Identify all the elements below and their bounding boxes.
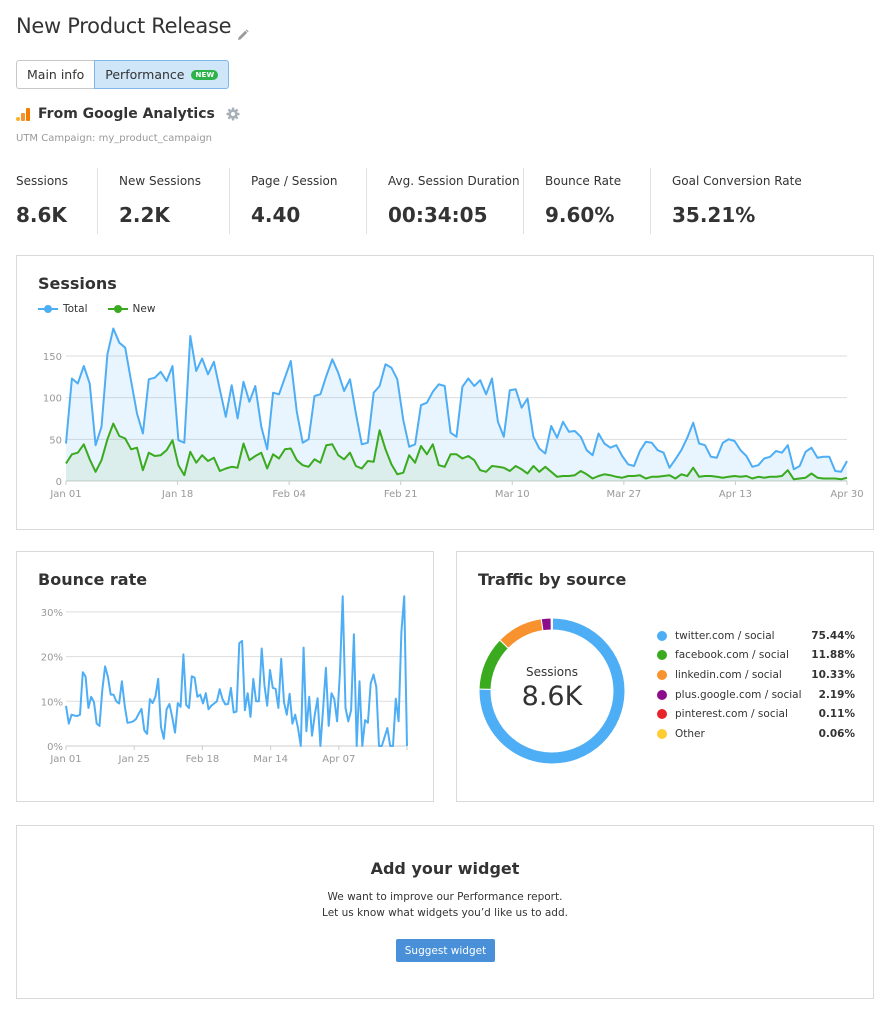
- add-widget-line-2: Let us know what widgets you’d like us t…: [322, 907, 568, 919]
- source-percent: 10.33%: [811, 668, 855, 681]
- add-widget-line-1: We want to improve our Performance repor…: [327, 891, 563, 903]
- tab-main-info[interactable]: Main info: [16, 60, 95, 89]
- x-tick-label: Mar 10: [495, 489, 530, 500]
- source-legend-item[interactable]: linkedin.com / social 10.33%: [657, 665, 855, 685]
- source-percent: 0.11%: [818, 708, 855, 721]
- metric-value: 00:34:05: [388, 203, 488, 227]
- metric-label: New Sessions: [119, 174, 202, 188]
- y-tick-label: 0: [56, 477, 62, 488]
- y-tick-label: 150: [43, 352, 62, 363]
- add-widget-title: Add your widget: [370, 859, 520, 878]
- source-legend-item[interactable]: Other 0.06%: [657, 724, 855, 744]
- x-tick-label: Feb 18: [186, 754, 220, 765]
- source-legend-item[interactable]: pinterest.com / social 0.11%: [657, 704, 855, 724]
- metric-label: Bounce Rate: [545, 174, 622, 188]
- source-name: facebook.com / social: [675, 649, 789, 662]
- x-tick-label: Jan 01: [49, 489, 81, 500]
- tab-performance[interactable]: Performance NEW: [94, 60, 230, 89]
- source-name: plus.google.com / social: [675, 688, 802, 701]
- source-label: From Google Analytics: [38, 106, 215, 122]
- metric-avg-session-duration: Avg. Session Duration 00:34:05: [388, 168, 524, 234]
- donut-center-label: Sessions: [525, 664, 579, 679]
- page-title-text: New Product Release: [16, 14, 232, 38]
- x-tick-label: Apr 07: [322, 754, 355, 765]
- y-tick-label: 30%: [41, 608, 63, 619]
- source-legend-item[interactable]: facebook.com / social 11.88%: [657, 646, 855, 666]
- y-tick-label: 100: [43, 394, 62, 405]
- source-percent: 75.44%: [811, 629, 855, 642]
- y-tick-label: 20%: [41, 653, 63, 664]
- x-tick-label: Apr 30: [830, 489, 863, 500]
- new-badge: NEW: [191, 69, 219, 80]
- sessions-chart: 0 50 100 150 Jan 01 Jan 18 Feb 04 Feb 21 Mar 10 M…: [43, 327, 864, 500]
- metric-page-session: Page / Session 4.40: [251, 168, 367, 234]
- traffic-donut: Sessions 8.6K: [477, 616, 627, 766]
- metric-label: Page / Session: [251, 174, 338, 188]
- google-analytics-logo-icon: [16, 107, 30, 121]
- traffic-source-title: Traffic by source: [478, 570, 627, 589]
- legend-dot-icon: [657, 669, 667, 680]
- x-tick-label: Jan 18: [161, 489, 193, 500]
- source-percent: 2.19%: [818, 688, 855, 701]
- x-tick-label: Feb 21: [384, 489, 418, 500]
- x-tick-label: Jan 25: [118, 754, 150, 765]
- legend-dot-icon: [657, 630, 667, 641]
- metric-value: 35.21%: [672, 203, 756, 227]
- metrics-row: Sessions 8.6K New Sessions 2.2K Page / S…: [16, 168, 853, 234]
- metric-sessions: Sessions 8.6K: [16, 168, 98, 234]
- legend-dot-icon: [657, 650, 667, 661]
- metric-label: Avg. Session Duration: [388, 174, 520, 188]
- source-legend-item[interactable]: plus.google.com / social 2.19%: [657, 685, 855, 705]
- tab-main-info-label: Main info: [27, 67, 85, 82]
- x-tick-label: Apr 13: [719, 489, 752, 500]
- bounce-rate-card: Bounce rate 0% 10% 20% 30% Jan 01 Jan 25 Feb 1…: [16, 551, 434, 802]
- sessions-card: Sessions Total New 0 50 100 150 Jan 01 Jan 18…: [16, 255, 874, 530]
- gear-icon[interactable]: [226, 107, 240, 121]
- legend-dot-icon: [657, 709, 667, 720]
- metric-label: Goal Conversion Rate: [672, 174, 802, 188]
- metric-value: 9.60%: [545, 203, 615, 227]
- add-widget-card: Add your widget We want to improve our P…: [16, 825, 874, 999]
- metric-bounce-rate: Bounce Rate 9.60%: [545, 168, 651, 234]
- metric-label: Sessions: [16, 174, 69, 188]
- metric-value: 8.6K: [16, 203, 67, 227]
- legend-dot-icon: [657, 728, 667, 739]
- legend-dot-icon: [657, 689, 667, 700]
- tab-bar: Main info Performance NEW: [16, 60, 230, 89]
- source-name: linkedin.com / social: [675, 668, 782, 681]
- traffic-source-card: Traffic by source Sessions 8.6K twitter.…: [456, 551, 874, 802]
- metric-new-sessions: New Sessions 2.2K: [119, 168, 230, 234]
- metric-value: 2.2K: [119, 203, 170, 227]
- source-header: From Google Analytics: [16, 106, 240, 122]
- x-tick-label: Mar 14: [253, 754, 288, 765]
- donut-center: Sessions 8.6K: [477, 616, 627, 766]
- series-line-bounce-rate: [65, 595, 408, 747]
- y-tick-label: 10%: [41, 697, 63, 708]
- tab-performance-label: Performance: [105, 67, 185, 82]
- y-tick-label: 50: [49, 435, 62, 446]
- utm-campaign: UTM Campaign: my_product_campaign: [16, 133, 213, 144]
- metric-goal-conversion-rate: Goal Conversion Rate 35.21%: [672, 168, 832, 234]
- source-name: twitter.com / social: [675, 629, 775, 642]
- pencil-icon[interactable]: [237, 22, 249, 40]
- y-tick-label: 0%: [47, 742, 63, 753]
- x-tick-label: Mar 27: [606, 489, 641, 500]
- metric-value: 4.40: [251, 203, 301, 227]
- page-title: New Product Release: [16, 14, 249, 40]
- add-widget-description: We want to improve our Performance repor…: [17, 889, 873, 921]
- source-name: Other: [675, 727, 705, 740]
- source-percent: 0.06%: [818, 727, 855, 740]
- source-legend-item[interactable]: twitter.com / social 75.44%: [657, 626, 855, 646]
- suggest-widget-button[interactable]: Suggest widget: [396, 939, 495, 962]
- x-tick-label: Feb 04: [272, 489, 306, 500]
- donut-center-value: 8.6K: [521, 680, 583, 712]
- source-legend: twitter.com / social 75.44% facebook.com /…: [657, 626, 855, 744]
- source-percent: 11.88%: [811, 649, 855, 662]
- x-tick-label: Jan 01: [49, 754, 81, 765]
- source-name: pinterest.com / social: [675, 708, 788, 721]
- bounce-rate-chart: 0% 10% 20% 30% Jan 01 Jan 25 Feb 18 Mar 14 Apr 0…: [41, 595, 408, 765]
